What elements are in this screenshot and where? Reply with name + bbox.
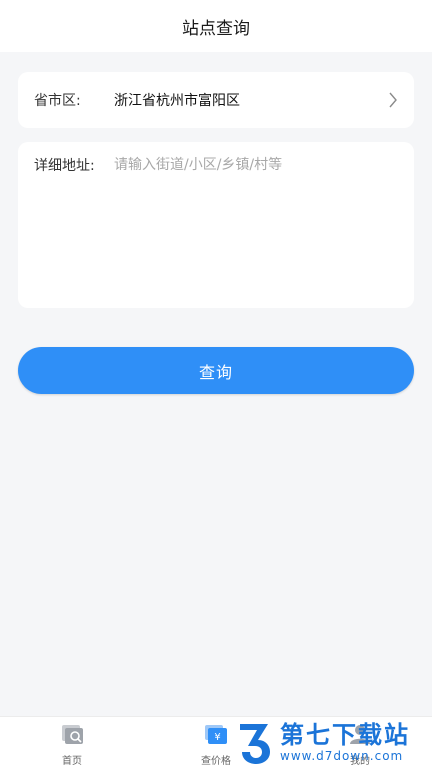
address-label: 详细地址: [34, 158, 95, 174]
tab-mine[interactable]: 我的 [320, 721, 400, 767]
region-value: 浙江省杭州市富阳区 [114, 93, 240, 109]
tab-mine-label: 我的 [350, 756, 370, 767]
chevron-right-icon [386, 90, 400, 110]
address-input[interactable] [114, 154, 398, 294]
address-card: 详细地址: [18, 142, 414, 308]
svg-text:¥: ¥ [214, 732, 220, 743]
tab-price[interactable]: ¥ 查价格 [176, 721, 256, 767]
tab-bar: 首页 ¥ 查价格 我的 [0, 716, 432, 768]
tab-home[interactable]: 首页 [32, 721, 112, 767]
tab-price-label: 查价格 [201, 756, 231, 767]
home-icon [59, 721, 85, 747]
price-icon: ¥ [203, 721, 229, 747]
region-label: 省市区: [34, 93, 81, 109]
tab-home-label: 首页 [62, 756, 82, 767]
page-title: 站点查询 [182, 18, 250, 39]
top-bar: 站点查询 [0, 0, 432, 52]
query-button[interactable]: 查询 [18, 347, 414, 394]
profile-icon [347, 721, 373, 747]
region-selector[interactable]: 省市区: 浙江省杭州市富阳区 [18, 72, 414, 128]
